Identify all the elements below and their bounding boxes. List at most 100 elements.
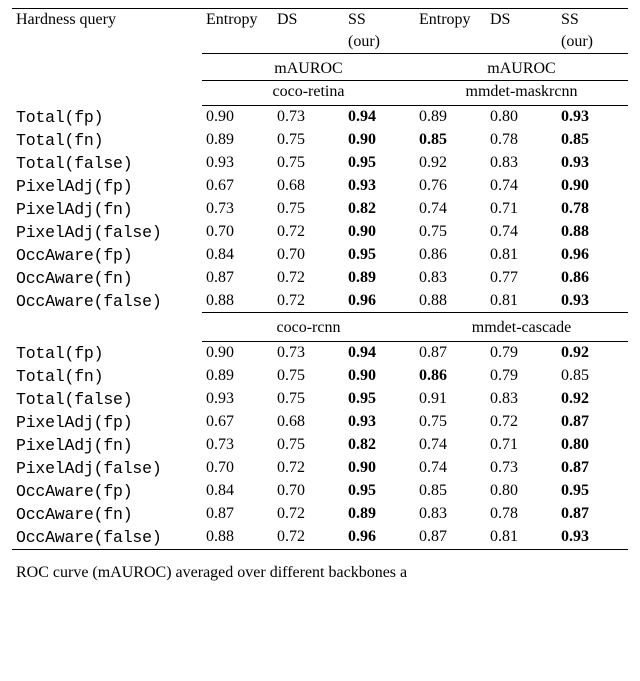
row-label: OccAware(fn) xyxy=(12,503,202,526)
value-cell: 0.86 xyxy=(557,267,628,290)
value-cell: 0.89 xyxy=(415,106,486,129)
value-cell: 0.95 xyxy=(557,480,628,503)
value-cell: 0.81 xyxy=(486,244,557,267)
value-cell: 0.82 xyxy=(344,434,415,457)
value-cell: 0.75 xyxy=(273,129,344,152)
col-header-hardness: Hardness query xyxy=(12,9,202,54)
row-label: PixelAdj(false) xyxy=(12,457,202,480)
value-cell: 0.71 xyxy=(486,434,557,457)
value-cell: 0.93 xyxy=(557,526,628,550)
value-cell: 0.81 xyxy=(486,526,557,550)
value-cell: 0.94 xyxy=(344,106,415,129)
value-cell: 0.70 xyxy=(273,244,344,267)
value-cell: 0.93 xyxy=(344,411,415,434)
value-cell: 0.93 xyxy=(344,175,415,198)
value-cell: 0.90 xyxy=(344,457,415,480)
value-cell: 0.88 xyxy=(557,221,628,244)
group-name-1-right: mmdet-cascade xyxy=(415,313,628,342)
value-cell: 0.93 xyxy=(557,290,628,313)
value-cell: 0.78 xyxy=(486,503,557,526)
value-cell: 0.77 xyxy=(486,267,557,290)
value-cell: 0.86 xyxy=(415,365,486,388)
value-cell: 0.71 xyxy=(486,198,557,221)
col-subheader-our-right: (our) xyxy=(557,31,628,54)
value-cell: 0.75 xyxy=(273,434,344,457)
value-cell: 0.75 xyxy=(273,388,344,411)
value-cell: 0.75 xyxy=(415,221,486,244)
value-cell: 0.88 xyxy=(202,290,273,313)
value-cell: 0.70 xyxy=(273,480,344,503)
value-cell: 0.93 xyxy=(202,152,273,175)
value-cell: 0.96 xyxy=(557,244,628,267)
row-label: Total(fp) xyxy=(12,106,202,129)
value-cell: 0.87 xyxy=(202,267,273,290)
value-cell: 0.89 xyxy=(344,267,415,290)
value-cell: 0.83 xyxy=(486,152,557,175)
value-cell: 0.87 xyxy=(557,411,628,434)
value-cell: 0.93 xyxy=(557,106,628,129)
value-cell: 0.89 xyxy=(344,503,415,526)
value-cell: 0.67 xyxy=(202,411,273,434)
value-cell: 0.78 xyxy=(557,198,628,221)
value-cell: 0.85 xyxy=(415,480,486,503)
row-label: PixelAdj(fp) xyxy=(12,175,202,198)
value-cell: 0.73 xyxy=(202,434,273,457)
value-cell: 0.84 xyxy=(202,244,273,267)
value-cell: 0.85 xyxy=(415,129,486,152)
value-cell: 0.72 xyxy=(273,290,344,313)
value-cell: 0.87 xyxy=(557,503,628,526)
value-cell: 0.88 xyxy=(415,290,486,313)
value-cell: 0.85 xyxy=(557,129,628,152)
value-cell: 0.87 xyxy=(557,457,628,480)
block-1-body: Total(fp)0.900.730.940.870.790.92Total(f… xyxy=(12,342,628,550)
col-header-entropy-right: Entropy xyxy=(415,9,486,32)
col-header-ss-right: SS xyxy=(557,9,628,32)
value-cell: 0.74 xyxy=(415,457,486,480)
value-cell: 0.96 xyxy=(344,290,415,313)
value-cell: 0.82 xyxy=(344,198,415,221)
value-cell: 0.90 xyxy=(344,221,415,244)
row-label: Total(false) xyxy=(12,388,202,411)
value-cell: 0.72 xyxy=(486,411,557,434)
value-cell: 0.76 xyxy=(415,175,486,198)
value-cell: 0.92 xyxy=(415,152,486,175)
value-cell: 0.72 xyxy=(273,503,344,526)
row-label: OccAware(false) xyxy=(12,290,202,313)
row-label: PixelAdj(fn) xyxy=(12,434,202,457)
value-cell: 0.81 xyxy=(486,290,557,313)
col-subheader-our-left: (our) xyxy=(344,31,415,54)
value-cell: 0.92 xyxy=(557,342,628,365)
value-cell: 0.90 xyxy=(557,175,628,198)
metric-label-right-1: mAUROC xyxy=(415,54,628,81)
value-cell: 0.74 xyxy=(415,434,486,457)
value-cell: 0.93 xyxy=(202,388,273,411)
value-cell: 0.93 xyxy=(557,152,628,175)
value-cell: 0.84 xyxy=(202,480,273,503)
value-cell: 0.90 xyxy=(202,342,273,365)
value-cell: 0.88 xyxy=(202,526,273,550)
block-0-body: Total(fp)0.900.730.940.890.800.93Total(f… xyxy=(12,106,628,313)
value-cell: 0.74 xyxy=(486,175,557,198)
value-cell: 0.89 xyxy=(202,365,273,388)
value-cell: 0.79 xyxy=(486,365,557,388)
row-label: Total(false) xyxy=(12,152,202,175)
value-cell: 0.91 xyxy=(415,388,486,411)
row-label: OccAware(fp) xyxy=(12,480,202,503)
metric-label-left-1: mAUROC xyxy=(202,54,415,81)
value-cell: 0.74 xyxy=(415,198,486,221)
value-cell: 0.83 xyxy=(486,388,557,411)
value-cell: 0.70 xyxy=(202,457,273,480)
value-cell: 0.95 xyxy=(344,244,415,267)
col-header-ds-right: DS xyxy=(486,9,557,32)
value-cell: 0.73 xyxy=(273,106,344,129)
value-cell: 0.73 xyxy=(273,342,344,365)
value-cell: 0.78 xyxy=(486,129,557,152)
value-cell: 0.72 xyxy=(273,221,344,244)
row-label: PixelAdj(fp) xyxy=(12,411,202,434)
caption-fragment: ROC curve (mAUROC) averaged over differe… xyxy=(12,564,628,582)
value-cell: 0.90 xyxy=(344,365,415,388)
group-name-1-left: coco-rcnn xyxy=(202,313,415,342)
table-page: Hardness query Entropy DS SS Entropy DS … xyxy=(0,0,640,582)
value-cell: 0.80 xyxy=(557,434,628,457)
value-cell: 0.68 xyxy=(273,411,344,434)
